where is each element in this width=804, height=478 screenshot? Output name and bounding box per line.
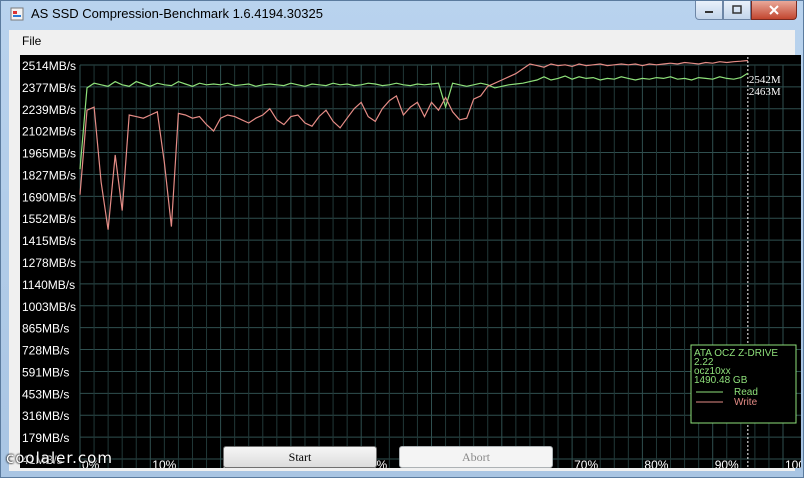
app-window: AS SSD Compression-Benchmark 1.6.4194.30… xyxy=(0,0,804,478)
x-tick-label: 90% xyxy=(715,458,739,468)
menu-file[interactable]: File xyxy=(22,34,41,48)
y-tick-label: 1003MB/s xyxy=(22,300,76,314)
maximize-button[interactable] xyxy=(723,1,751,20)
y-tick-label: 1827MB/s xyxy=(22,168,76,182)
window-title: AS SSD Compression-Benchmark 1.6.4194.30… xyxy=(31,6,323,21)
minimize-button[interactable] xyxy=(695,1,723,20)
close-icon xyxy=(769,5,779,15)
series-line-write xyxy=(79,59,748,230)
abort-button[interactable]: Abort xyxy=(399,446,553,468)
end-label-write: 2542M xyxy=(749,74,781,86)
y-tick-label: 1552MB/s xyxy=(22,212,76,226)
maximize-icon xyxy=(732,5,742,14)
y-tick-label: 2239MB/s xyxy=(22,103,76,117)
y-tick-label: 1690MB/s xyxy=(22,190,76,204)
minimize-icon xyxy=(705,11,713,13)
series-line-read xyxy=(79,72,749,170)
watermark: coolaler.com xyxy=(6,449,113,467)
close-button[interactable] xyxy=(751,1,797,20)
start-button[interactable]: Start xyxy=(223,446,377,468)
y-tick-label: 179MB/s xyxy=(22,431,69,445)
menu-bar: File xyxy=(9,30,795,52)
y-tick-label: 2514MB/s xyxy=(22,59,76,73)
app-icon xyxy=(10,7,24,21)
legend-entry-write: Write xyxy=(734,397,758,408)
y-tick-label: 1278MB/s xyxy=(22,256,76,270)
client-area: File 2514MB/s 2377MB/s 2239MB/s 2102MB/s 196… xyxy=(9,30,801,471)
y-tick-label: 728MB/s xyxy=(22,344,69,358)
x-tick-label: 10% xyxy=(152,458,176,468)
y-tick-label: 316MB/s xyxy=(22,409,69,423)
y-tick-label: 2377MB/s xyxy=(22,81,76,95)
y-tick-label: 1965MB/s xyxy=(22,147,76,161)
legend-info-line: 1490.48 GB xyxy=(694,375,748,386)
y-tick-label: 453MB/s xyxy=(22,387,69,401)
benchmark-chart: 2514MB/s 2377MB/s 2239MB/s 2102MB/s 1965MB/s… xyxy=(20,55,801,468)
y-tick-label: 591MB/s xyxy=(22,365,69,379)
end-label-read: 2463M xyxy=(749,86,781,98)
title-bar[interactable]: AS SSD Compression-Benchmark 1.6.4194.30… xyxy=(1,1,803,29)
y-tick-label: 865MB/s xyxy=(22,322,69,336)
caption-buttons xyxy=(695,1,797,20)
x-tick-label: 100% xyxy=(785,458,801,468)
x-tick-label: 70% xyxy=(574,458,598,468)
y-tick-label: 1415MB/s xyxy=(22,234,76,248)
y-tick-label: 1140MB/s xyxy=(22,278,75,292)
y-tick-label: 2102MB/s xyxy=(22,125,76,139)
x-tick-label: 80% xyxy=(644,458,668,468)
